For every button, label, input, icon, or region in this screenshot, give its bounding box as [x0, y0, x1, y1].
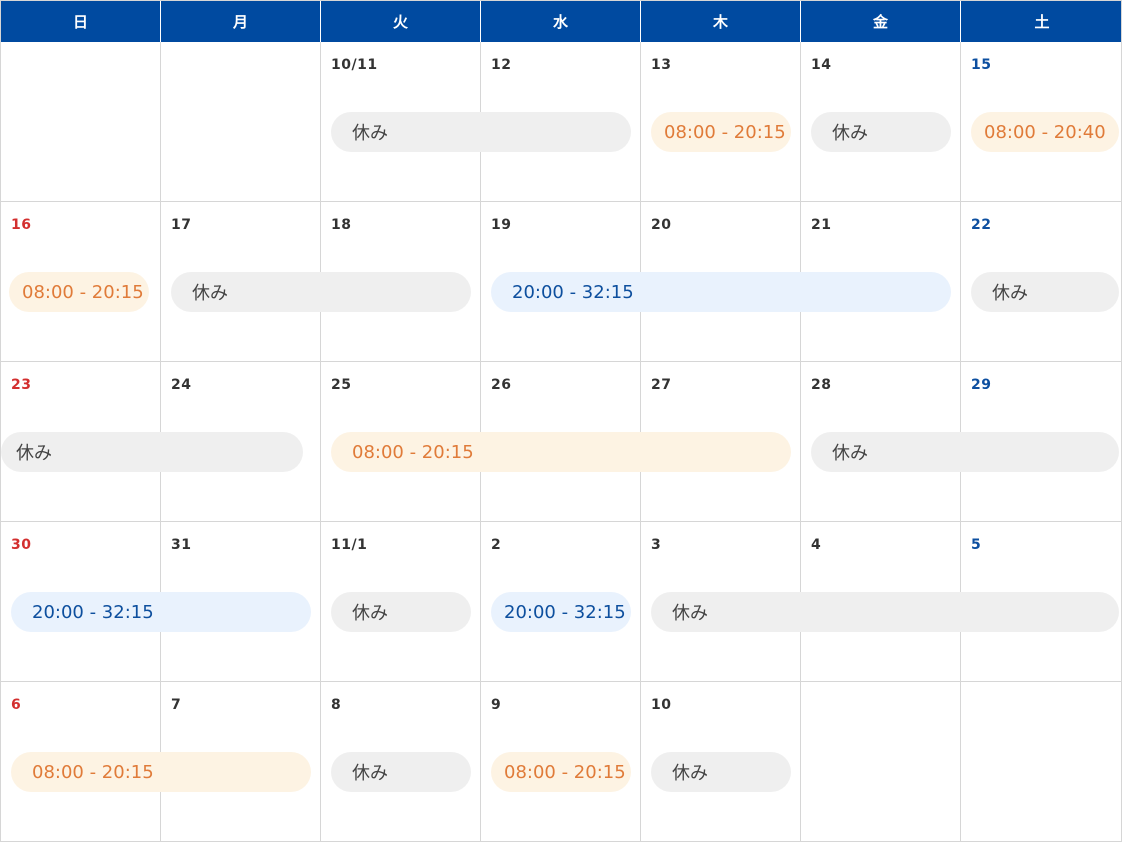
- day-cell[interactable]: [801, 682, 961, 841]
- shift-pill-off[interactable]: 休み: [331, 592, 471, 632]
- day-cell[interactable]: [161, 42, 321, 202]
- day-number: 4: [811, 537, 822, 553]
- day-number: 16: [11, 217, 32, 233]
- shift-pill-off[interactable]: 休み: [331, 112, 631, 152]
- day-number: 28: [811, 377, 832, 393]
- day-number: 10: [651, 697, 672, 713]
- shift-pill-night[interactable]: 20:00 - 32:15: [491, 592, 631, 632]
- shift-pill-off[interactable]: 休み: [651, 752, 791, 792]
- day-number: 24: [171, 377, 192, 393]
- shift-pill-off[interactable]: 休み: [651, 592, 1119, 632]
- shift-pill-day[interactable]: 08:00 - 20:15: [9, 272, 149, 312]
- day-number: 2: [491, 537, 502, 553]
- day-number: 30: [11, 537, 32, 553]
- day-number: 26: [491, 377, 512, 393]
- weekday-tuesday: 火: [321, 1, 481, 42]
- shift-pill-day[interactable]: 08:00 - 20:15: [491, 752, 631, 792]
- shift-pill-off[interactable]: 休み: [171, 272, 471, 312]
- day-number: 13: [651, 57, 672, 73]
- shift-pill-night[interactable]: 20:00 - 32:15: [11, 592, 311, 632]
- day-number: 23: [11, 377, 32, 393]
- day-number: 20: [651, 217, 672, 233]
- shift-pill-off[interactable]: 休み: [811, 112, 951, 152]
- calendar-week-row: 6 7 8 9 10 08:00 - 20:15 休み 08:00 - 20:15 休み: [1, 682, 1121, 841]
- weekday-header: 日 月 火 水 木 金 土: [1, 1, 1121, 42]
- day-number: 14: [811, 57, 832, 73]
- shift-pill-off[interactable]: 休み: [811, 432, 1119, 472]
- weekday-saturday: 土: [1034, 13, 1050, 31]
- calendar-week-row: 30 31 11/1 2 3 4 5 20:00 - 32:15 休み 20:00 - 32:15…: [1, 522, 1121, 682]
- day-number: 29: [971, 377, 992, 393]
- day-number: 22: [971, 217, 992, 233]
- weekday-friday: 金: [801, 1, 961, 42]
- day-number: 21: [811, 217, 832, 233]
- day-number: 15: [971, 57, 992, 73]
- shift-pill-day[interactable]: 08:00 - 20:15: [331, 432, 791, 472]
- day-number: 11/1: [331, 537, 368, 553]
- shift-pill-off[interactable]: 休み: [1, 432, 303, 472]
- shift-pill-day[interactable]: 08:00 - 20:40: [971, 112, 1119, 152]
- weekday-sunday: 日: [1, 1, 161, 42]
- calendar-week-row: 23 24 25 26 27 28 29 休み 08:00 - 20:15 休み: [1, 362, 1121, 522]
- day-number: 10/11: [331, 57, 378, 73]
- day-number: 31: [171, 537, 192, 553]
- day-number: 8: [331, 697, 342, 713]
- day-cell[interactable]: [1, 42, 161, 202]
- weekday-thursday: 木: [641, 1, 801, 42]
- shift-pill-night[interactable]: 20:00 - 32:15: [491, 272, 951, 312]
- day-number: 6: [11, 697, 22, 713]
- calendar-week-row: 10/11 12 13 14 15 休み 08:00 - 20:15 休み 08:00 - 20…: [1, 42, 1121, 202]
- day-number: 3: [651, 537, 662, 553]
- day-number: 27: [651, 377, 672, 393]
- day-number: 25: [331, 377, 352, 393]
- day-number: 18: [331, 217, 352, 233]
- shift-pill-day[interactable]: 08:00 - 20:15: [651, 112, 791, 152]
- weekday-wednesday: 水: [481, 1, 641, 42]
- day-number: 12: [491, 57, 512, 73]
- shift-pill-off[interactable]: 休み: [331, 752, 471, 792]
- day-number: 5: [971, 537, 982, 553]
- day-number: 17: [171, 217, 192, 233]
- weekday-monday: 月: [161, 1, 321, 42]
- shift-pill-off[interactable]: 休み: [971, 272, 1119, 312]
- day-cell[interactable]: [961, 682, 1121, 841]
- day-number: 19: [491, 217, 512, 233]
- shift-calendar: 日 月 火 水 木 金 土 10/11 12 13 14 15 休み 08:00 - 20:…: [0, 0, 1122, 842]
- calendar-week-row: 16 17 18 19 20 21 22 08:00 - 20:15 休み 20:00 - 32:…: [1, 202, 1121, 362]
- day-number: 9: [491, 697, 502, 713]
- shift-pill-day[interactable]: 08:00 - 20:15: [11, 752, 311, 792]
- day-number: 7: [171, 697, 182, 713]
